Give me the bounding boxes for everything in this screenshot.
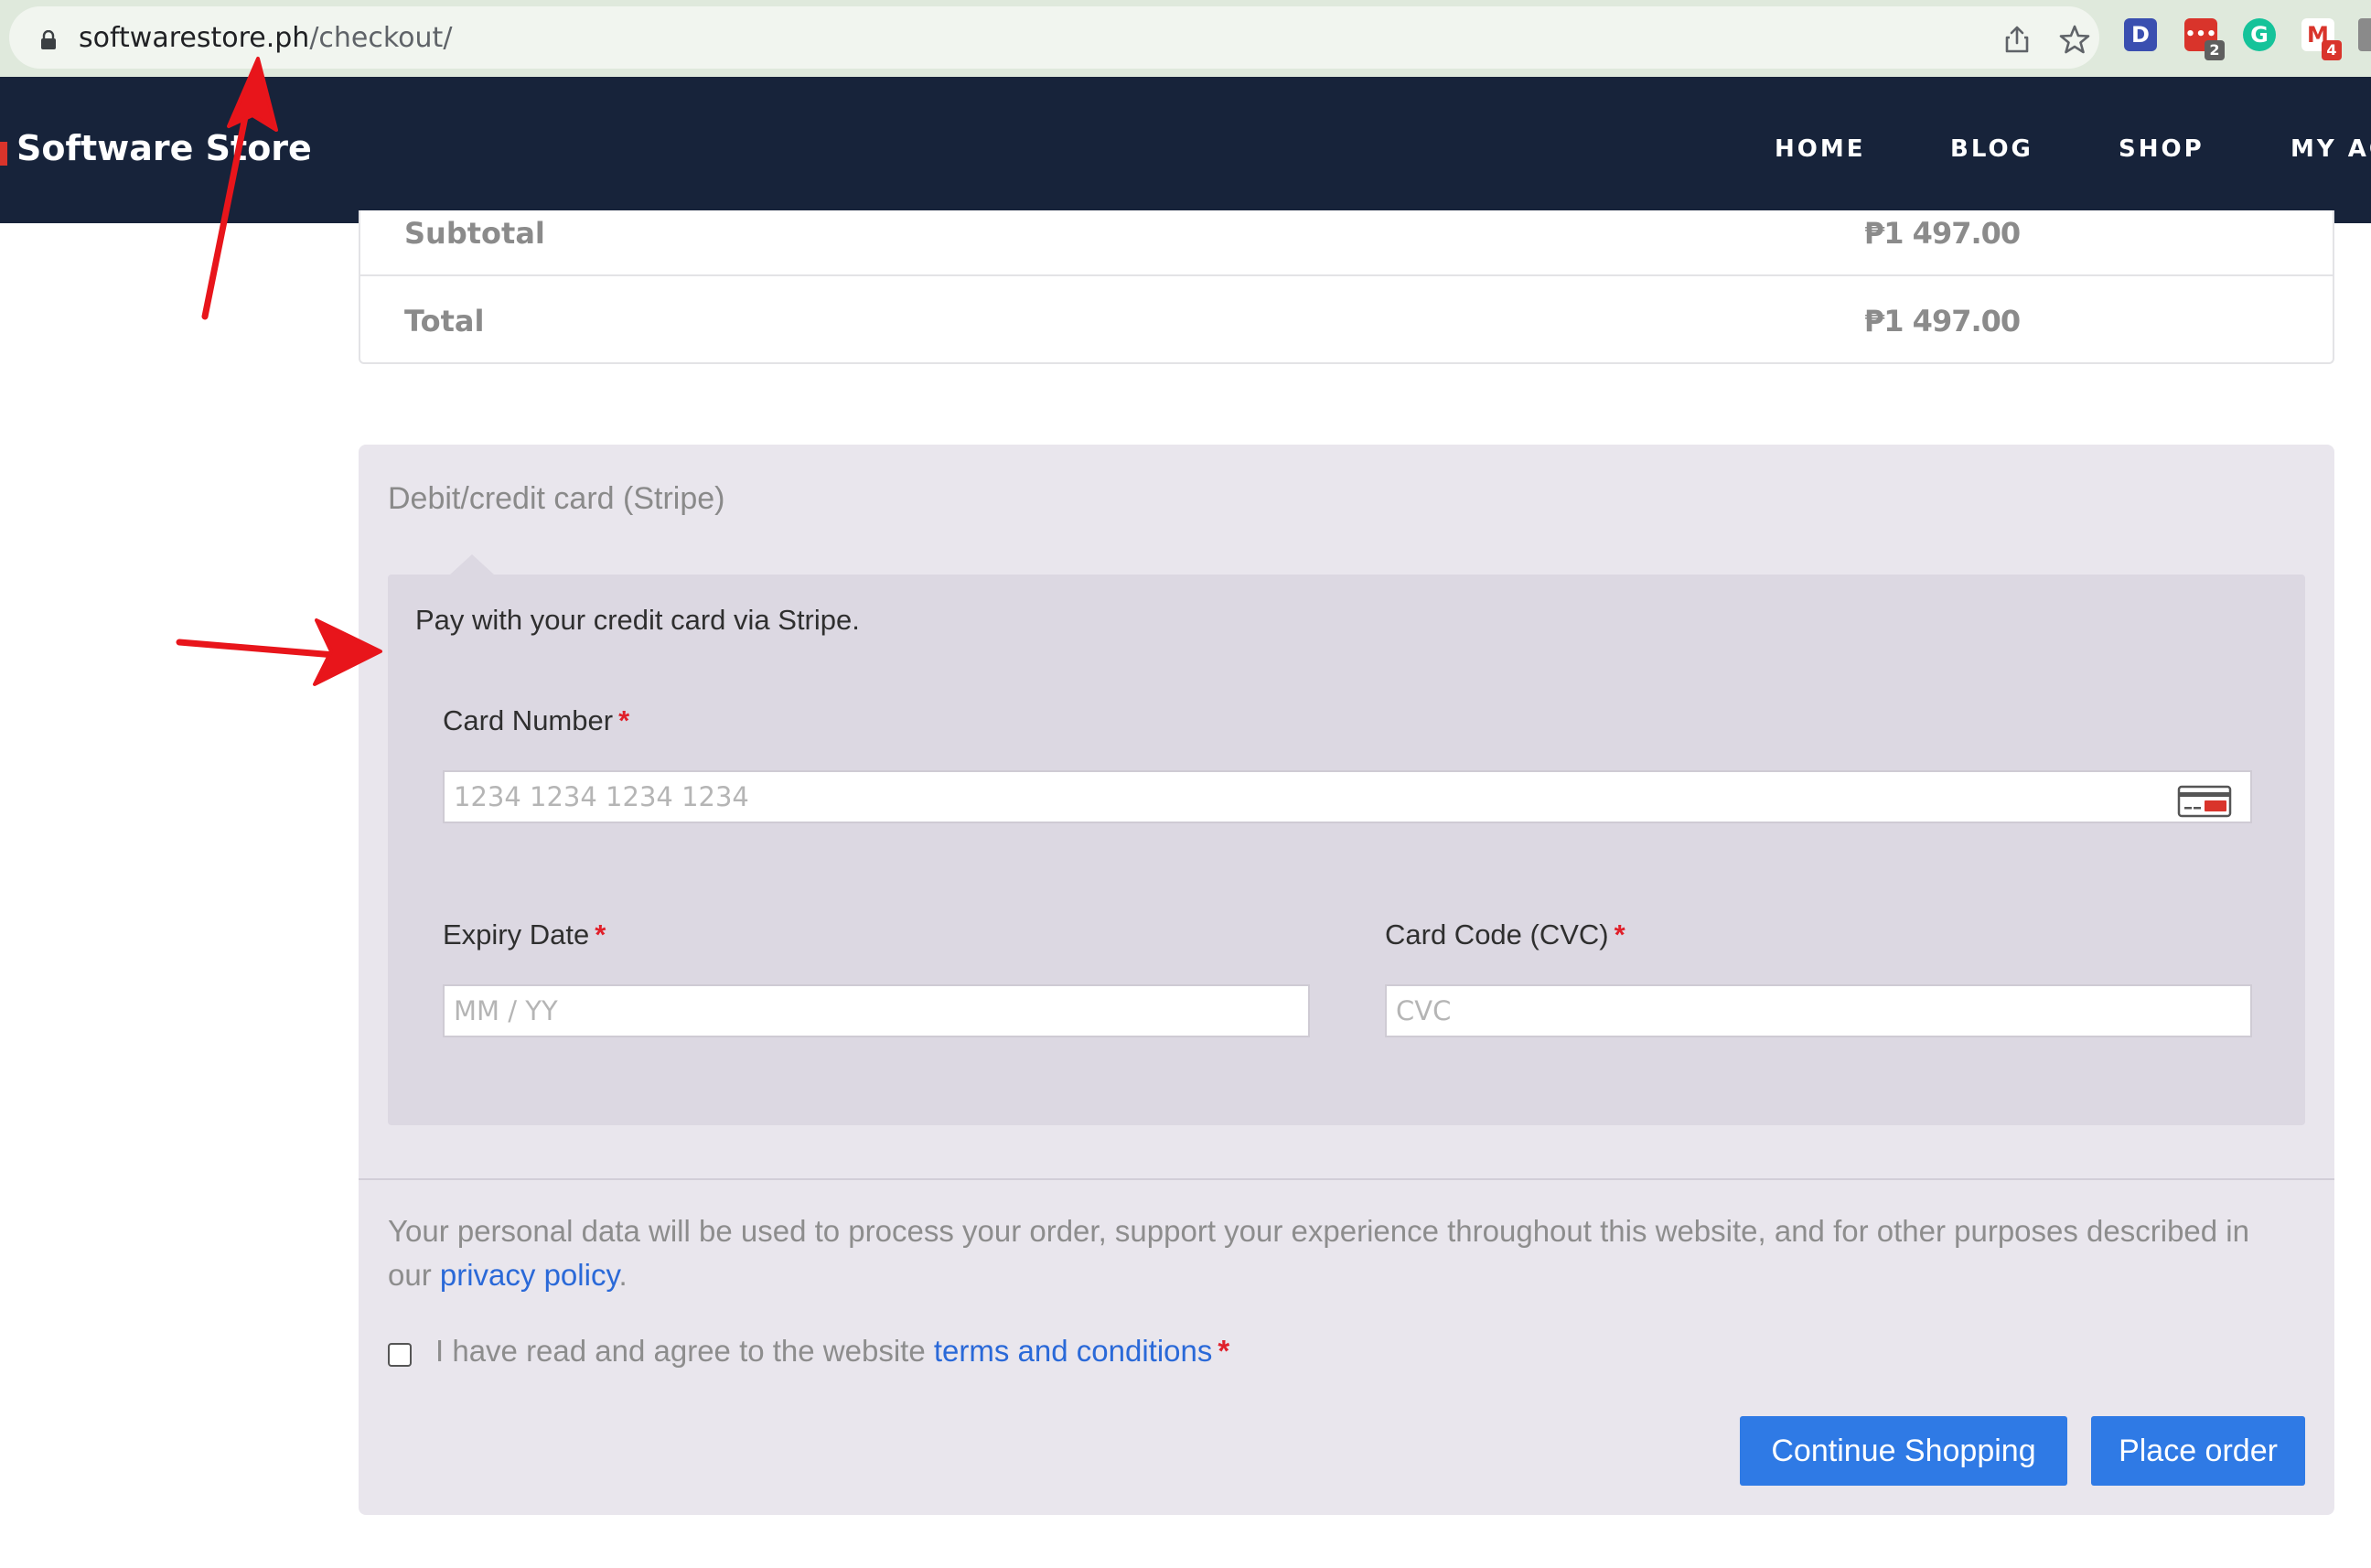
- grammarly-icon[interactable]: G: [2243, 18, 2276, 51]
- extension-badge: 2: [2205, 40, 2225, 60]
- privacy-notice: Your personal data will be used to proce…: [388, 1209, 2291, 1297]
- required-mark: *: [618, 704, 630, 736]
- extension-chat-icon[interactable]: ••• 2: [2184, 18, 2225, 60]
- credit-card-icon: [2177, 785, 2232, 818]
- privacy-text-end: .: [618, 1258, 628, 1292]
- order-totals-table: Subtotal ₱1 497.00 Total ₱1 497.00: [359, 210, 2334, 364]
- payment-section: Debit/credit card (Stripe) Pay with your…: [359, 445, 2334, 1515]
- total-label: Total: [404, 304, 485, 338]
- bookmark-star-icon[interactable]: [2058, 23, 2091, 56]
- privacy-policy-link[interactable]: privacy policy: [440, 1258, 619, 1292]
- terms-label[interactable]: I have read and agree to the website ter…: [435, 1334, 1229, 1369]
- nav-home[interactable]: HOME: [1775, 135, 1866, 163]
- gmail-icon[interactable]: M4: [2301, 18, 2342, 60]
- required-mark: *: [595, 918, 606, 950]
- total-row: Total ₱1 497.00: [360, 276, 2333, 362]
- url-text[interactable]: softwarestore.ph/checkout/: [79, 22, 452, 54]
- continue-shopping-button[interactable]: Continue Shopping: [1740, 1416, 2067, 1486]
- cvc-label-text: Card Code (CVC): [1385, 918, 1609, 950]
- payment-box-notch: [450, 554, 494, 575]
- card-number-label: Card Number *: [443, 704, 629, 737]
- expiry-input[interactable]: [443, 984, 1310, 1037]
- section-divider: [359, 1178, 2334, 1180]
- site-logo[interactable]: Software Store: [16, 128, 312, 168]
- lock-icon: [41, 30, 56, 49]
- privacy-text: Your personal data will be used to proce…: [388, 1214, 2249, 1292]
- cvc-input[interactable]: [1385, 984, 2252, 1037]
- extension-partial-icon[interactable]: [2358, 18, 2371, 51]
- browser-toolbar: softwarestore.ph/checkout/ D ••• 2 G M4: [0, 0, 2371, 77]
- terms-link[interactable]: terms and conditions: [934, 1334, 1213, 1368]
- expiry-label: Expiry Date *: [443, 918, 606, 951]
- extension-label: D: [2131, 22, 2150, 48]
- expiry-label-text: Expiry Date: [443, 918, 590, 950]
- nav-blog[interactable]: BLOG: [1950, 135, 2033, 163]
- total-value: ₱1 497.00: [1864, 304, 2021, 338]
- logo-mark: [0, 142, 7, 166]
- payment-method-label[interactable]: Debit/credit card (Stripe): [388, 481, 724, 517]
- payment-box: Pay with your credit card via Stripe. Ca…: [388, 554, 2305, 1125]
- cvc-label: Card Code (CVC) *: [1385, 918, 1625, 951]
- card-number-input[interactable]: [443, 770, 2252, 823]
- extension-badge: 4: [2322, 40, 2342, 60]
- payment-description: Pay with your credit card via Stripe.: [415, 604, 860, 636]
- subtotal-row: Subtotal ₱1 497.00: [360, 210, 2333, 276]
- place-order-button[interactable]: Place order: [2091, 1416, 2305, 1486]
- terms-checkbox[interactable]: [388, 1343, 412, 1367]
- annotation-arrow-payment: [176, 618, 382, 686]
- required-mark: *: [1218, 1334, 1230, 1368]
- extension-d-icon[interactable]: D: [2124, 18, 2157, 51]
- url-path: /checkout/: [309, 22, 453, 54]
- nav-my-account[interactable]: MY AC: [2291, 135, 2371, 163]
- subtotal-label: Subtotal: [404, 216, 545, 251]
- required-mark: *: [1614, 918, 1625, 950]
- url-host: softwarestore.ph: [79, 22, 310, 54]
- card-number-label-text: Card Number: [443, 704, 614, 736]
- extension-label: G: [2250, 22, 2269, 48]
- subtotal-value: ₱1 497.00: [1864, 216, 2021, 251]
- terms-text: I have read and agree to the website: [435, 1334, 934, 1368]
- address-bar[interactable]: softwarestore.ph/checkout/: [9, 6, 2099, 69]
- nav-shop[interactable]: SHOP: [2119, 135, 2205, 163]
- share-icon[interactable]: [2003, 25, 2031, 54]
